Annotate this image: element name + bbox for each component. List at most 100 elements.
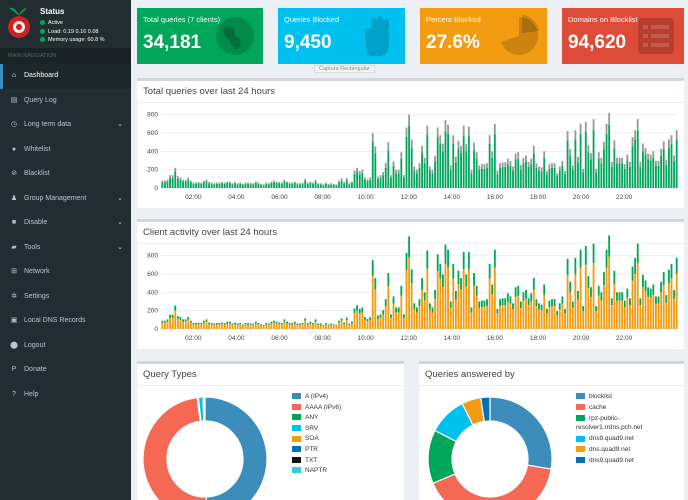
donut-slice[interactable] <box>142 396 207 500</box>
legend-item[interactable]: dns9.quad9.net <box>576 457 634 464</box>
bar-segment <box>491 294 494 329</box>
donut-slice[interactable] <box>489 396 553 470</box>
bar-segment <box>174 171 177 188</box>
bar-stack <box>379 175 382 188</box>
bar-segment <box>499 163 501 168</box>
bar-segment <box>434 298 436 329</box>
bar-segment <box>265 182 268 184</box>
summary-tile-list[interactable]: Domains on Blocklist 94,620 <box>562 8 684 64</box>
legend-item[interactable]: cache <box>576 404 606 411</box>
bar-segment <box>273 322 275 329</box>
sidebar-item-logout[interactable]: ⬤ Logout <box>0 334 131 359</box>
bar-stack <box>395 307 398 329</box>
bar-stack <box>395 169 398 188</box>
bar-segment <box>382 171 385 176</box>
bar-segment <box>571 169 574 188</box>
summary-tile-pie-chart[interactable]: Percent Blocked 27.6% <box>420 8 547 64</box>
bar-segment <box>522 163 525 188</box>
bar-segment <box>286 323 288 329</box>
bar-segment <box>493 123 496 134</box>
bar-segment <box>421 145 424 154</box>
tile-value: 34,181 <box>143 32 202 53</box>
bar-stack <box>631 266 634 329</box>
legend-item[interactable]: PTR <box>292 446 318 453</box>
legend-item[interactable]: blocklist <box>576 393 612 400</box>
bar-segment <box>556 311 559 316</box>
bar-segment <box>330 183 333 185</box>
donut-slice[interactable] <box>204 396 268 500</box>
bar-segment <box>415 169 418 174</box>
legend-item[interactable]: SRV <box>292 425 318 432</box>
sidebar-item-local-dns-records[interactable]: ▣ Local DNS Records <box>0 309 131 334</box>
legend-item[interactable]: dns9.quad9.net <box>576 435 634 442</box>
bar-segment <box>551 163 553 168</box>
legend-swatch <box>292 467 301 474</box>
bar-segment <box>629 161 631 167</box>
bar-segment <box>202 182 205 188</box>
sidebar-item-group-management[interactable]: ♟ Group Management ⌄ <box>0 187 131 212</box>
legend-item[interactable]: ANY <box>292 414 318 421</box>
bar-stack <box>218 182 221 188</box>
bar-stack <box>431 307 434 329</box>
sidebar-item-long-term-data[interactable]: ◷ Long term data ⌄ <box>0 113 131 138</box>
legend-swatch <box>576 393 585 400</box>
sidebar-item-network[interactable]: ⊞ Network <box>0 260 131 285</box>
bar-segment <box>332 184 335 188</box>
bar-segment <box>642 274 644 288</box>
bar-stack <box>241 183 244 188</box>
bar-stack <box>390 314 392 329</box>
x-tick-label: 08:00 <box>314 194 331 201</box>
legend-item[interactable]: rpz-public-resolver1.rrdns.pch.net <box>576 414 668 432</box>
sidebar-item-blacklist[interactable]: ⊘ Blacklist <box>0 162 131 187</box>
bar-segment <box>366 321 369 329</box>
bar-segment <box>610 161 613 167</box>
bar-segment <box>293 181 296 183</box>
bar-segment <box>228 321 231 324</box>
bar-segment <box>517 158 520 188</box>
legend-item[interactable]: AAAA (IPv6) <box>292 404 341 411</box>
bar-segment <box>309 323 312 329</box>
bar-stack <box>174 305 177 329</box>
bar-segment <box>314 319 317 322</box>
bar-segment <box>514 153 517 160</box>
bar-segment <box>467 251 470 270</box>
bar-stack <box>408 114 411 188</box>
bar-stack <box>553 163 556 188</box>
bar-stack <box>543 284 546 329</box>
sidebar-item-settings[interactable]: ✲ Settings <box>0 285 131 310</box>
bar-stack <box>418 163 421 188</box>
bar-stack <box>244 323 247 329</box>
legend-item[interactable]: SOA <box>292 435 319 442</box>
sidebar-item-query-log[interactable]: ▤ Query Log <box>0 89 131 114</box>
bar-stack <box>454 290 457 329</box>
status-active-text: Active <box>48 20 63 26</box>
bar-segment <box>387 285 390 329</box>
sidebar-item-donate[interactable]: P Donate <box>0 358 131 383</box>
sidebar-item-help[interactable]: ? Help <box>0 383 131 408</box>
sidebar-item-dashboard[interactable]: ⌂ Dashboard <box>0 64 131 89</box>
bar-segment <box>561 165 564 188</box>
bar-segment <box>166 319 169 322</box>
bar-segment <box>265 323 268 325</box>
legend-item[interactable]: TXT <box>292 457 317 464</box>
bar-segment <box>171 177 174 188</box>
y-tick-label: 0 <box>154 326 158 333</box>
legend-item[interactable]: NAPTR <box>292 467 327 474</box>
bar-segment <box>660 155 663 188</box>
nav-header: MAIN NAVIGATION <box>0 48 131 64</box>
summary-tile-hand[interactable]: Queries Blocked 9,450 <box>278 8 405 64</box>
legend-item[interactable]: dns.quad9.net <box>576 446 630 453</box>
x-tick-label: 06:00 <box>271 335 288 342</box>
sidebar-item-tools[interactable]: ▰ Tools ⌄ <box>0 236 131 261</box>
bar-stack <box>241 324 244 329</box>
x-tick-label: 10:00 <box>358 335 375 342</box>
bar-stack <box>163 320 166 329</box>
sidebar-item-disable[interactable]: ■ Disable ⌄ <box>0 211 131 236</box>
bar-segment <box>262 184 265 186</box>
sidebar-item-whitelist[interactable]: ● Whitelist <box>0 138 131 163</box>
legend-item[interactable]: A (IPv4) <box>292 393 328 400</box>
bar-stack <box>306 323 309 329</box>
bar-segment <box>249 323 252 325</box>
bar-segment <box>639 298 642 306</box>
summary-tile-globe[interactable]: Total queries (7 clients) 34,181 <box>137 8 263 64</box>
